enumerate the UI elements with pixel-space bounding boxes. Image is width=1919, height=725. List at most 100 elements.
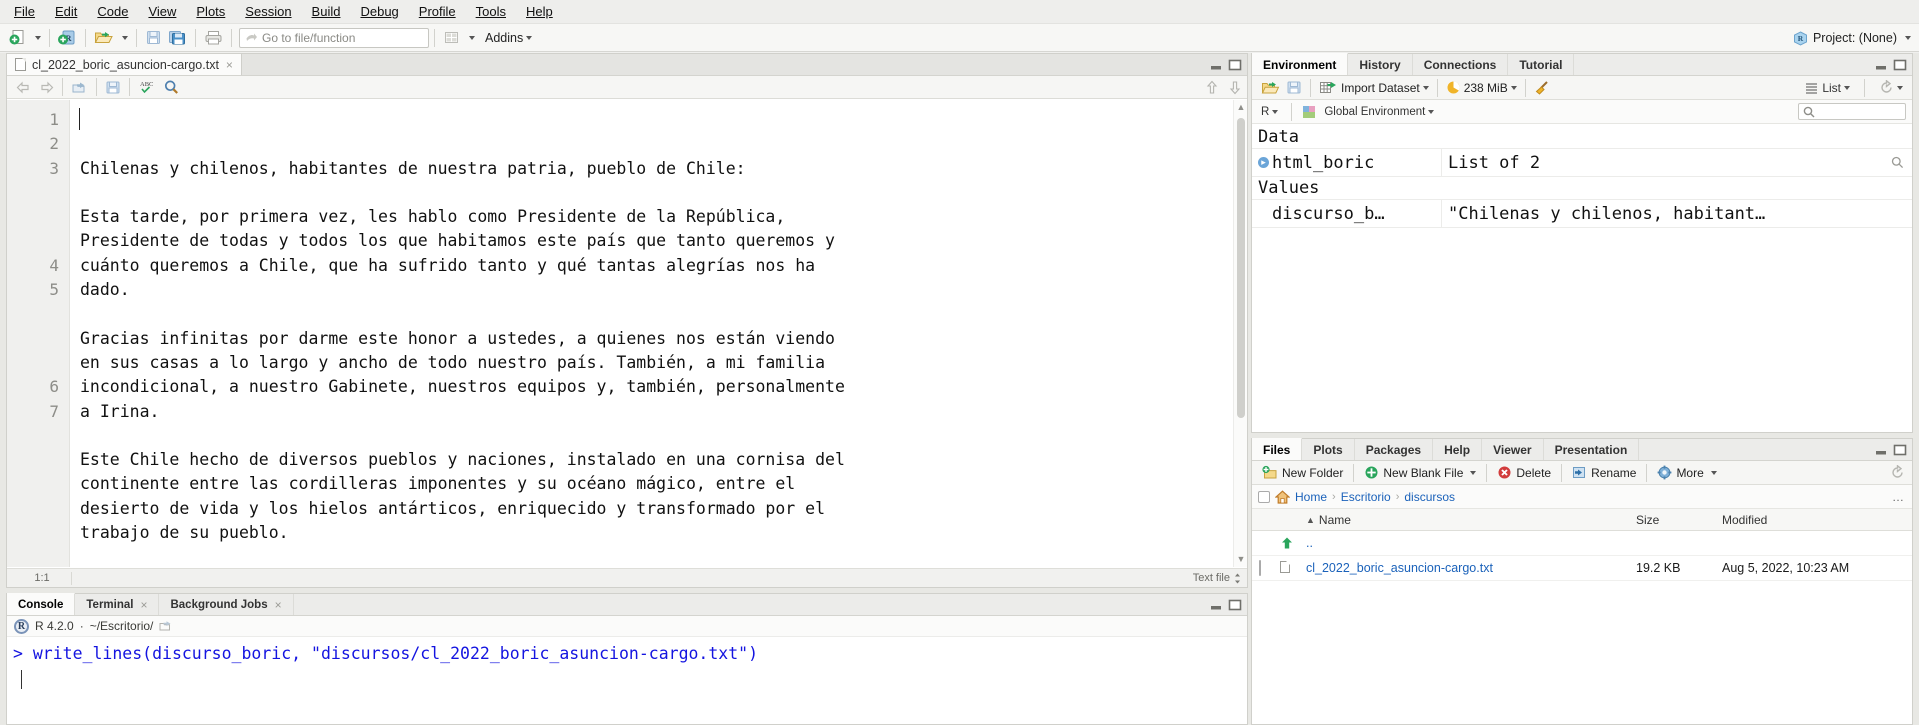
tab-background-jobs[interactable]: Background Jobs × bbox=[159, 594, 294, 615]
open-directory-icon[interactable] bbox=[159, 620, 173, 632]
scroll-up-icon[interactable] bbox=[1206, 80, 1218, 95]
table-row[interactable]: cl_2022_boric_asuncion-cargo.txt 19.2 KB… bbox=[1252, 556, 1912, 581]
load-workspace-icon[interactable] bbox=[1258, 77, 1283, 99]
tab-history[interactable]: History bbox=[1348, 54, 1413, 75]
save-button[interactable] bbox=[142, 27, 165, 49]
menu-item-code[interactable]: Code bbox=[87, 1, 138, 22]
find-replace-icon[interactable] bbox=[160, 78, 183, 97]
scrollbar-down-arrow[interactable]: ▼ bbox=[1234, 552, 1248, 567]
workspace-panes-button[interactable] bbox=[440, 27, 463, 49]
maximize-icon[interactable] bbox=[1228, 59, 1242, 71]
save-workspace-icon[interactable] bbox=[1283, 77, 1305, 99]
save-all-button[interactable] bbox=[165, 27, 190, 49]
tab-plots[interactable]: Plots bbox=[1302, 439, 1355, 460]
expand-icon[interactable]: ▸ bbox=[1258, 157, 1269, 168]
environment-object-name-cell[interactable]: ▸ html_boric bbox=[1252, 149, 1442, 176]
editor-code-area[interactable]: Chilenas y chilenos, habitantes de nuest… bbox=[70, 100, 1247, 567]
view-object-icon[interactable] bbox=[1891, 156, 1904, 169]
maximize-icon[interactable] bbox=[1893, 59, 1907, 71]
minimize-icon[interactable] bbox=[1874, 444, 1888, 456]
environment-row[interactable]: ▸ html_boric List of 2 bbox=[1252, 149, 1912, 177]
new-file-dropdown[interactable] bbox=[29, 27, 44, 49]
scrollbar-thumb[interactable] bbox=[1237, 118, 1245, 418]
memory-usage-button[interactable]: 238 MiB bbox=[1443, 77, 1520, 99]
more-button[interactable]: More bbox=[1652, 465, 1721, 480]
close-icon[interactable]: × bbox=[140, 598, 147, 612]
project-menu[interactable]: R Project: (None) bbox=[1793, 24, 1911, 52]
new-project-button[interactable]: R bbox=[55, 27, 80, 49]
open-file-dropdown[interactable] bbox=[116, 27, 131, 49]
view-mode-button[interactable]: List bbox=[1802, 77, 1853, 99]
row-checkbox[interactable] bbox=[1259, 560, 1261, 576]
minimize-icon[interactable] bbox=[1209, 59, 1223, 71]
delete-button[interactable]: Delete bbox=[1492, 465, 1556, 480]
scrollbar-up-arrow[interactable]: ▲ bbox=[1234, 100, 1248, 115]
goto-file-function-input[interactable]: Go to file/function bbox=[239, 27, 429, 48]
tab-packages[interactable]: Packages bbox=[1355, 439, 1434, 460]
environment-scope-selector[interactable]: Global Environment bbox=[1321, 101, 1437, 123]
table-row[interactable]: .. bbox=[1252, 531, 1912, 556]
clear-workspace-button[interactable] bbox=[1531, 77, 1554, 99]
language-selector[interactable]: R bbox=[1258, 101, 1281, 123]
new-blank-file-button[interactable]: New Blank File bbox=[1359, 465, 1481, 480]
minimize-icon[interactable] bbox=[1874, 59, 1888, 71]
forward-arrow-icon[interactable] bbox=[35, 78, 57, 97]
new-file-button[interactable] bbox=[6, 27, 29, 49]
menu-item-session[interactable]: Session bbox=[235, 1, 301, 22]
tab-environment[interactable]: Environment bbox=[1252, 53, 1349, 75]
environment-row[interactable]: discurso_b… "Chilenas y chilenos, habita… bbox=[1252, 200, 1912, 228]
tab-presentation[interactable]: Presentation bbox=[1544, 439, 1640, 460]
back-arrow-icon[interactable] bbox=[13, 78, 35, 97]
breadcrumb-discursos[interactable]: discursos bbox=[1404, 490, 1455, 504]
menu-item-help[interactable]: Help bbox=[516, 1, 563, 22]
tab-help[interactable]: Help bbox=[1433, 439, 1483, 460]
source-tab-file[interactable]: cl_2022_boric_asuncion-cargo.txt × bbox=[7, 54, 242, 75]
import-dataset-button[interactable]: Import Dataset bbox=[1316, 77, 1432, 99]
minimize-icon[interactable] bbox=[1209, 599, 1223, 611]
editor-vertical-scrollbar[interactable]: ▲ ▼ bbox=[1233, 100, 1247, 567]
files-header-size[interactable]: Size bbox=[1636, 513, 1722, 527]
new-folder-button[interactable]: New Folder bbox=[1257, 465, 1348, 480]
menu-item-view[interactable]: View bbox=[138, 1, 186, 22]
menu-item-tools[interactable]: Tools bbox=[466, 1, 516, 22]
files-header-modified[interactable]: Modified bbox=[1722, 513, 1912, 527]
maximize-icon[interactable] bbox=[1893, 444, 1907, 456]
breadcrumb-escritorio[interactable]: Escritorio bbox=[1341, 490, 1391, 504]
show-in-new-window-icon[interactable] bbox=[68, 78, 91, 97]
menu-item-edit[interactable]: Edit bbox=[45, 1, 87, 22]
menu-item-build[interactable]: Build bbox=[302, 1, 351, 22]
environment-search-input[interactable] bbox=[1798, 103, 1906, 120]
tab-viewer[interactable]: Viewer bbox=[1482, 439, 1544, 460]
scroll-down-icon[interactable] bbox=[1229, 80, 1241, 95]
menu-item-file[interactable]: File bbox=[4, 1, 45, 22]
close-icon[interactable]: × bbox=[275, 598, 282, 612]
editor-body[interactable]: 1 2 3 4 5 6 7 Chilenas y chilenos, habitantes … bbox=[7, 100, 1247, 567]
file-type-selector[interactable]: Text file bbox=[1193, 572, 1241, 584]
tab-terminal[interactable]: Terminal × bbox=[75, 594, 160, 615]
save-button[interactable] bbox=[102, 78, 124, 97]
rename-button[interactable]: Rename bbox=[1567, 465, 1641, 480]
maximize-icon[interactable] bbox=[1228, 599, 1242, 611]
tab-tutorial[interactable]: Tutorial bbox=[1508, 54, 1575, 75]
file-name-link[interactable]: cl_2022_boric_asuncion-cargo.txt bbox=[1306, 561, 1493, 575]
spellcheck-icon[interactable]: ABC bbox=[135, 78, 160, 97]
workspace-panes-dropdown[interactable] bbox=[463, 27, 478, 49]
menu-item-profile[interactable]: Profile bbox=[409, 1, 466, 22]
file-name-cell[interactable]: cl_2022_boric_asuncion-cargo.txt bbox=[1306, 561, 1636, 575]
menu-item-debug[interactable]: Debug bbox=[350, 1, 408, 22]
select-all-checkbox[interactable] bbox=[1258, 490, 1270, 503]
breadcrumb-more-icon[interactable]: … bbox=[1892, 490, 1905, 504]
breadcrumb-home[interactable]: Home bbox=[1295, 490, 1327, 504]
close-icon[interactable]: × bbox=[226, 58, 233, 72]
tab-connections[interactable]: Connections bbox=[1413, 54, 1509, 75]
addins-button[interactable]: Addins bbox=[478, 27, 535, 49]
menu-item-plots[interactable]: Plots bbox=[186, 1, 235, 22]
tab-console[interactable]: Console bbox=[7, 593, 76, 615]
parent-folder-link[interactable]: .. bbox=[1306, 536, 1636, 550]
console-output[interactable]: > write_lines(discurso_boric, "discursos… bbox=[7, 637, 1247, 724]
cursor-position[interactable]: 1:1 bbox=[13, 572, 71, 584]
files-refresh-button[interactable] bbox=[1890, 465, 1905, 480]
print-button[interactable] bbox=[201, 27, 226, 49]
open-file-button[interactable] bbox=[91, 27, 116, 49]
tab-files[interactable]: Files bbox=[1252, 438, 1303, 460]
